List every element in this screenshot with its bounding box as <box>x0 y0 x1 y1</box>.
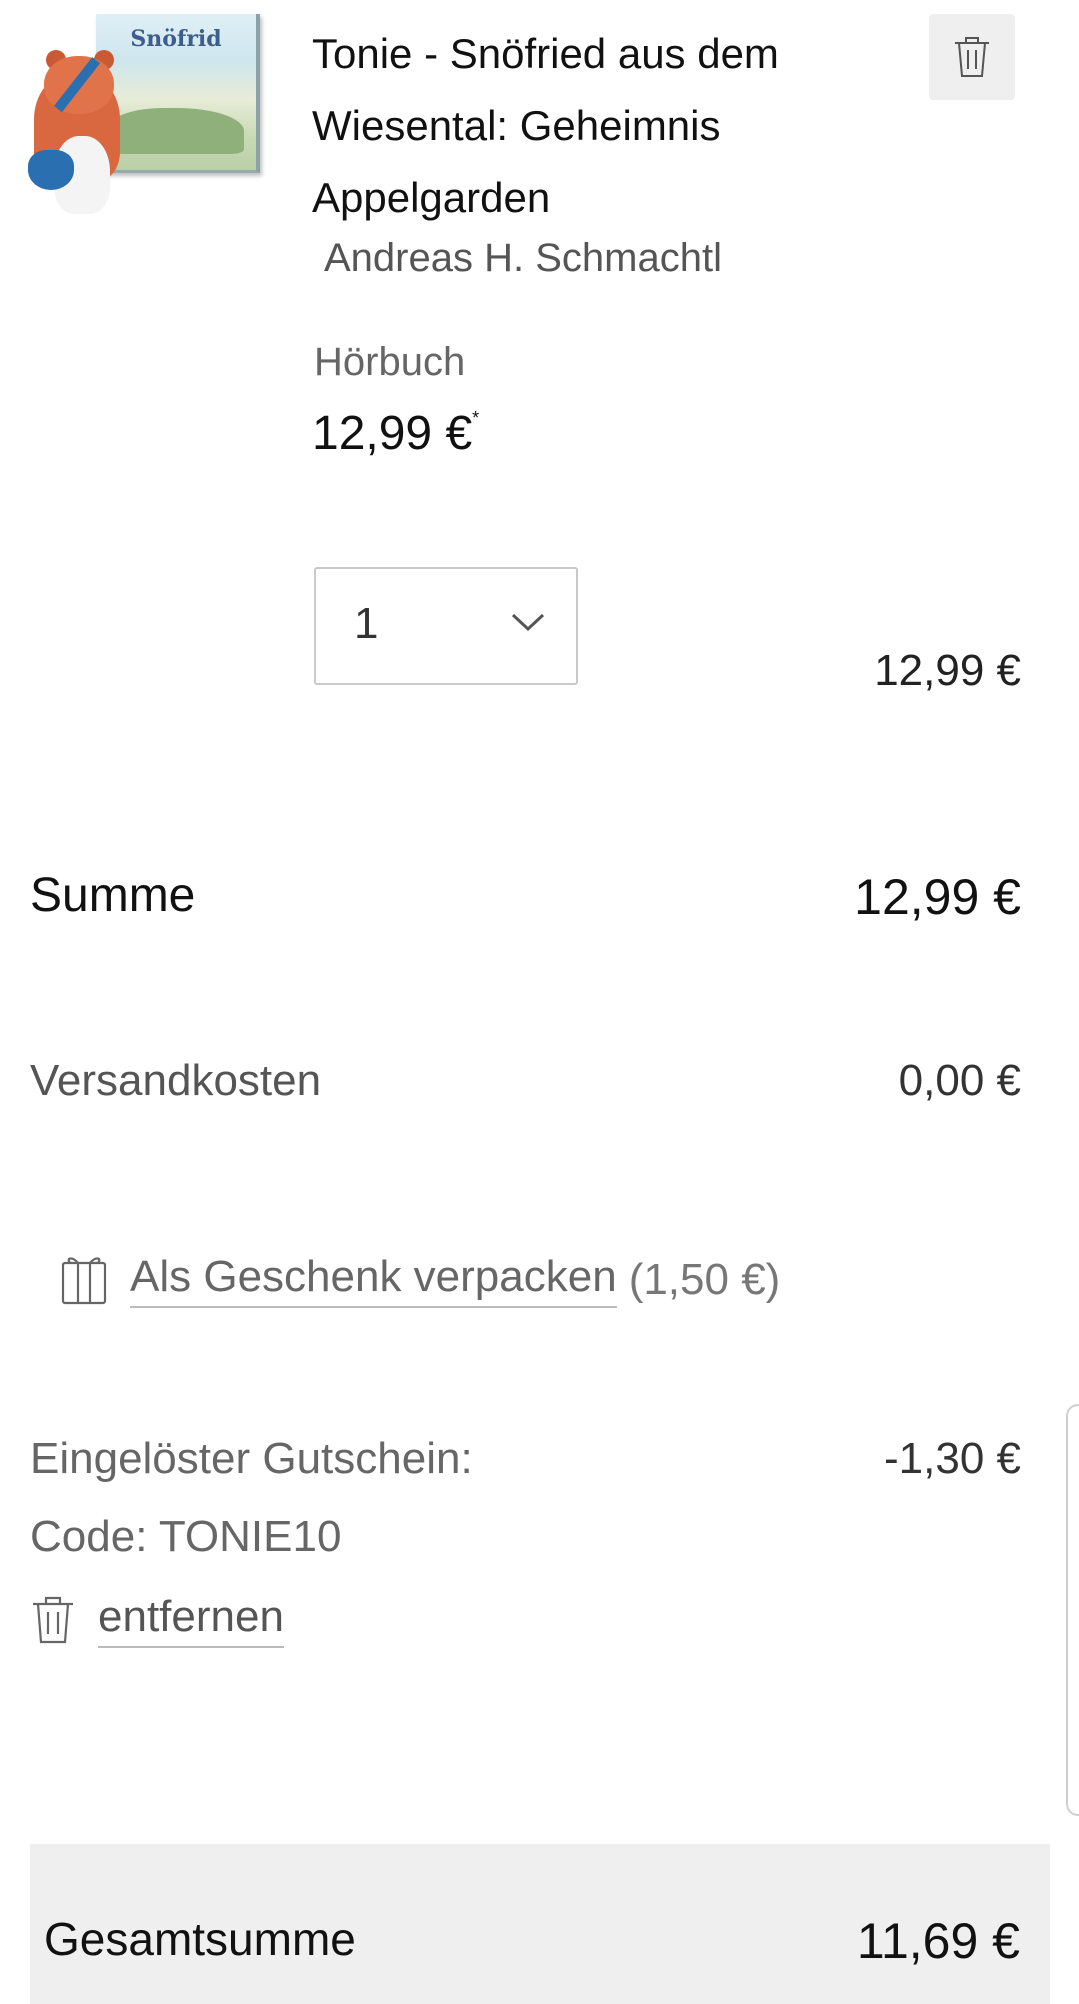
delete-item-button[interactable] <box>929 14 1015 100</box>
product-title[interactable]: Tonie - Snöfried aus dem Wiesental: Gehe… <box>312 18 912 234</box>
chevron-down-icon <box>511 613 545 632</box>
voucher-code: Code: TONIE10 <box>30 1512 342 1561</box>
audiobook-cover: Snöfrid <box>96 14 260 173</box>
trash-icon <box>33 1596 73 1644</box>
sum-value: 12,99 € <box>854 869 1021 925</box>
gift-icon <box>61 1257 107 1305</box>
gift-wrap-fee: (1,50 €) <box>628 1255 781 1304</box>
product-format: Hörbuch <box>314 340 466 384</box>
cover-title: Snöfrid <box>130 26 222 52</box>
total-panel: Gesamtsumme 11,69 € <box>30 1844 1050 2004</box>
voucher-label: Eingelöster Gutschein: <box>30 1434 473 1483</box>
product-price: 12,99 €* <box>312 406 479 461</box>
product-image[interactable]: Snöfrid <box>28 12 260 220</box>
gift-wrap-option[interactable]: Als Geschenk verpacken (1,50 €) <box>60 1250 780 1310</box>
line-total: 12,99 € <box>874 646 1021 695</box>
shipping-label: Versandkosten <box>30 1056 322 1105</box>
voucher-discount: -1,30 € <box>884 1434 1021 1483</box>
shipping-value: 0,00 € <box>898 1056 1021 1105</box>
quantity-value: 1 <box>354 599 379 648</box>
gift-wrap-link[interactable]: Als Geschenk verpacken <box>130 1252 617 1308</box>
product-author[interactable]: Andreas H. Schmachtl <box>324 236 722 281</box>
total-value: 11,69 € <box>856 1913 1020 1969</box>
total-label: Gesamtsumme <box>44 1913 356 1965</box>
trash-icon <box>955 37 989 77</box>
price-amount: 12,99 € <box>312 407 473 460</box>
scroll-indicator[interactable] <box>1066 1404 1079 1816</box>
remove-voucher-link[interactable]: entfernen <box>98 1592 284 1648</box>
sum-label: Summe <box>30 869 196 922</box>
quantity-select[interactable]: 1 <box>314 567 578 685</box>
remove-voucher[interactable]: entfernen <box>30 1590 284 1650</box>
price-footnote-marker: * <box>472 408 480 428</box>
